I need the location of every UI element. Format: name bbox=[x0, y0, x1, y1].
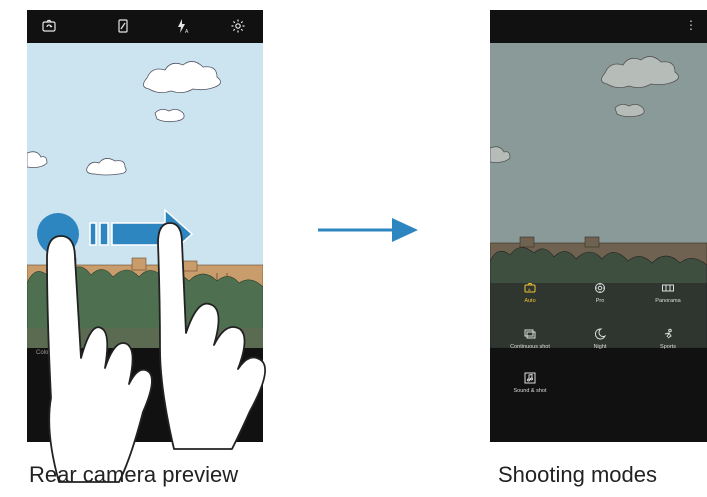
continuous-shot-icon bbox=[524, 329, 536, 339]
mode-sports[interactable]: Sports bbox=[632, 328, 704, 350]
mode-pro[interactable]: Pro bbox=[564, 282, 636, 304]
sports-icon bbox=[664, 328, 672, 339]
shooting-modes-screen: ⋮ A Auto Pro Panorama Continuous shot Ni… bbox=[490, 10, 707, 442]
more-options-icon[interactable]: ⋮ bbox=[685, 19, 697, 31]
svg-text:A: A bbox=[528, 287, 531, 292]
mode-sound-and-shot[interactable]: Sound & shot bbox=[494, 372, 566, 394]
mode-label: Sound & shot bbox=[513, 388, 547, 394]
modes-panel-bottom bbox=[490, 348, 707, 442]
cloud bbox=[614, 104, 645, 118]
mode-label: Night bbox=[593, 344, 607, 350]
mode-label: Sports bbox=[660, 344, 676, 350]
caption-shooting-modes: Shooting modes bbox=[498, 462, 657, 487]
mode-label: Auto bbox=[524, 298, 536, 304]
mode-continuous-shot[interactable]: Continuous shot bbox=[494, 328, 566, 350]
camera-top-bar: ⋮ bbox=[490, 10, 707, 43]
mode-auto[interactable]: A Auto bbox=[494, 282, 566, 304]
auto-mode-icon: A bbox=[524, 283, 536, 293]
mode-label: Panorama bbox=[655, 298, 681, 304]
night-icon bbox=[594, 328, 606, 340]
mode-night[interactable]: Night bbox=[564, 328, 636, 350]
sound-shot-icon bbox=[524, 372, 536, 384]
transition-arrow-icon bbox=[318, 218, 418, 242]
panorama-icon bbox=[662, 284, 674, 292]
finger-hand bbox=[157, 222, 266, 450]
pro-mode-icon bbox=[595, 283, 605, 293]
finger-hand bbox=[46, 235, 153, 483]
mode-panorama[interactable]: Panorama bbox=[632, 282, 704, 304]
mode-label: Continuous shot bbox=[510, 344, 550, 350]
caption-rear-camera-preview: Rear camera preview bbox=[29, 462, 239, 487]
mode-label: Pro bbox=[595, 298, 605, 304]
